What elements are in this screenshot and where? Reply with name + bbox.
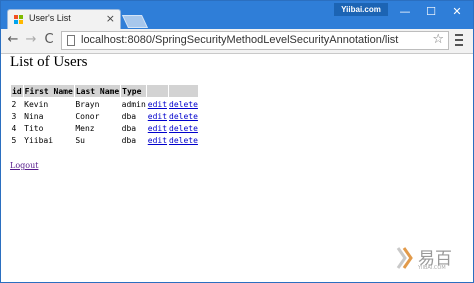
reload-button[interactable]: C bbox=[41, 32, 57, 48]
watermark-icon bbox=[396, 247, 413, 269]
title-bar: User's List × Yiibai.com — ☐ ✕ bbox=[1, 1, 473, 29]
watermark-logo: 易百 YIIBAI.COM bbox=[396, 246, 464, 276]
page-title: List of Users bbox=[10, 54, 88, 70]
cell-type: dba bbox=[121, 123, 137, 133]
table-row: 2 Kevin Brayn admin edit delete bbox=[11, 98, 199, 111]
address-bar[interactable]: localhost:8080/SpringSecurityMethodLevel… bbox=[61, 31, 449, 50]
header-last-name: Last Name bbox=[73, 84, 122, 98]
header-delete bbox=[167, 84, 200, 98]
tab-title: User's List bbox=[29, 13, 71, 23]
cell-last-name: Su bbox=[75, 135, 85, 145]
edit-link[interactable]: edit bbox=[148, 112, 167, 121]
cell-id: 4 bbox=[11, 123, 17, 133]
cell-type: dba bbox=[121, 111, 137, 121]
tab-close-icon[interactable]: × bbox=[106, 12, 115, 25]
header-id: id bbox=[10, 84, 24, 98]
logout-link[interactable]: Logout bbox=[10, 161, 38, 170]
windows-logo-icon bbox=[14, 15, 24, 25]
cell-type: admin bbox=[121, 99, 146, 109]
cell-first-name: Yiibai bbox=[24, 135, 54, 145]
table-row: 5 Yiibai Su dba edit delete bbox=[11, 134, 199, 146]
delete-link[interactable]: delete bbox=[169, 136, 198, 145]
url-text: localhost:8080/SpringSecurityMethodLevel… bbox=[81, 34, 399, 46]
cell-last-name: Menz bbox=[75, 123, 95, 133]
delete-link[interactable]: delete bbox=[169, 124, 198, 133]
delete-link[interactable]: delete bbox=[169, 112, 198, 121]
watermark-subtext: YIIBAI.COM bbox=[418, 265, 446, 271]
new-tab-button[interactable] bbox=[121, 15, 149, 28]
maximize-button[interactable]: ☐ bbox=[419, 5, 443, 19]
browser-window: User's List × Yiibai.com — ☐ ✕ ← → C loc… bbox=[0, 0, 474, 283]
edit-link[interactable]: edit bbox=[148, 100, 167, 109]
header-type: Type bbox=[120, 84, 148, 98]
cell-first-name: Kevin bbox=[24, 99, 49, 109]
browser-toolbar: ← → C localhost:8080/SpringSecurityMetho… bbox=[1, 29, 473, 54]
cell-first-name: Tito bbox=[24, 123, 44, 133]
cell-id: 5 bbox=[11, 135, 17, 145]
cell-id: 3 bbox=[11, 111, 17, 121]
page-content: List of Users id First Name Last Name Ty… bbox=[1, 54, 473, 282]
minimize-button[interactable]: — bbox=[393, 5, 417, 19]
close-window-button[interactable]: ✕ bbox=[445, 5, 469, 19]
page-icon bbox=[67, 35, 75, 46]
bookmark-star-icon[interactable]: ☆ bbox=[432, 32, 444, 47]
users-table: id First Name Last Name Type 2 Kevin Bra… bbox=[10, 84, 200, 146]
table-header-row: id First Name Last Name Type bbox=[10, 84, 200, 98]
table-row: 3 Nina Conor dba edit delete bbox=[11, 110, 199, 122]
header-first-name: First Name bbox=[22, 84, 75, 98]
cell-first-name: Nina bbox=[24, 111, 44, 121]
edit-link[interactable]: edit bbox=[148, 124, 167, 133]
edit-link[interactable]: edit bbox=[148, 136, 167, 145]
cell-type: dba bbox=[121, 135, 137, 145]
table-row: 4 Tito Menz dba edit delete bbox=[11, 122, 199, 134]
cell-last-name: Brayn bbox=[75, 99, 100, 109]
tab-users-list[interactable]: User's List × bbox=[7, 9, 121, 29]
delete-link[interactable]: delete bbox=[169, 100, 198, 109]
header-edit bbox=[146, 84, 169, 98]
cell-last-name: Conor bbox=[75, 111, 100, 121]
cell-id: 2 bbox=[11, 99, 17, 109]
forward-button[interactable]: → bbox=[23, 32, 39, 48]
brand-badge: Yiibai.com bbox=[334, 3, 388, 16]
menu-icon[interactable] bbox=[454, 33, 464, 47]
back-button[interactable]: ← bbox=[5, 32, 21, 48]
